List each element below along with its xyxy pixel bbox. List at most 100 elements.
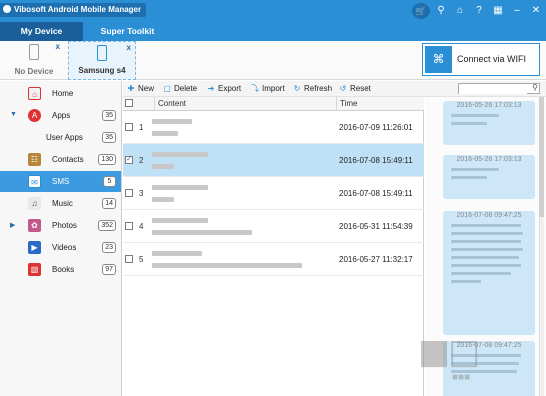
cart-icon[interactable]: 🛒 <box>412 3 430 19</box>
row-checkbox[interactable] <box>125 123 133 131</box>
message-bubble: 2016-07-08 09:47:25 <box>443 211 535 335</box>
books-icon: ▧ <box>28 263 41 276</box>
trash-icon: ▢ <box>163 84 171 93</box>
table-row[interactable]: 3 2016-07-08 15:49:11 <box>123 177 424 210</box>
count-badge: 14 <box>102 198 116 209</box>
sidebar-item-apps[interactable]: ▼ A Apps 35 <box>0 105 121 126</box>
sidebar-item-user-apps[interactable]: User Apps 35 <box>0 127 121 148</box>
search-icon[interactable]: ⚲ <box>532 83 538 92</box>
refresh-label: Refresh <box>304 84 333 93</box>
delete-button[interactable]: ▢ Delete <box>163 81 197 97</box>
app-title-text: Vibosoft Android Mobile Manager <box>14 5 142 14</box>
row-time: 2016-07-08 15:49:11 <box>339 156 413 165</box>
home-icon[interactable]: ⌂ <box>452 2 468 20</box>
device-samsung-s4[interactable]: x Samsung s4 <box>68 41 136 80</box>
import-label: Import <box>262 84 285 93</box>
new-label: New <box>138 84 155 93</box>
sidebar-item-label: Videos <box>52 243 77 252</box>
message-time: 2016-05-26 17:03:13 <box>456 156 522 163</box>
row-checkbox[interactable]: ✓ <box>125 156 133 164</box>
tab-super-toolkit[interactable]: Super Toolkit <box>85 22 170 41</box>
column-header-content[interactable]: Content <box>154 97 337 111</box>
message-bubble: 2016-05-26 17:03:13 <box>443 155 535 199</box>
music-icon: ♫ <box>28 197 41 210</box>
export-icon: ➜ <box>207 84 215 93</box>
sidebar-item-contacts[interactable]: ☷ Contacts 130 <box>0 149 121 170</box>
redacted-text <box>451 224 521 227</box>
row-number: 4 <box>139 222 144 231</box>
sidebar-item-sms[interactable]: ✉ SMS 5 <box>0 171 121 192</box>
row-number: 5 <box>139 255 144 264</box>
sidebar-item-label: SMS <box>52 177 70 186</box>
redacted-sender <box>152 185 208 190</box>
row-time: 2016-07-09 11:26:01 <box>339 123 413 132</box>
sms-icon: ✉ <box>28 175 41 188</box>
redacted-sender <box>152 251 202 256</box>
row-checkbox[interactable] <box>125 255 133 263</box>
new-button[interactable]: ✚ New <box>127 81 154 97</box>
refresh-button[interactable]: ↻ Refresh <box>293 81 332 97</box>
redacted-text <box>451 264 521 267</box>
sidebar-item-books[interactable]: ▧ Books 97 <box>0 259 121 280</box>
table-header: Content Time <box>123 97 424 111</box>
column-header-time[interactable]: Time <box>336 97 424 111</box>
sidebar-item-label: Photos <box>52 221 77 230</box>
redacted-content <box>152 164 174 169</box>
redacted-text <box>451 232 523 235</box>
reset-icon: ↺ <box>339 84 347 93</box>
connect-wifi-button[interactable]: ⌘ Connect via WIFI <box>422 43 540 76</box>
count-badge: 352 <box>98 220 116 231</box>
wifi-icon: ⌘ <box>425 46 452 73</box>
minimize-icon[interactable]: – <box>509 2 525 20</box>
sidebar-item-home[interactable]: ⌂ Home <box>0 83 121 104</box>
row-time: 2016-07-08 15:49:11 <box>339 189 413 198</box>
table-row[interactable]: 5 2016-05-27 11:32:17 <box>123 243 424 276</box>
import-button[interactable]: ⤵ Import <box>251 81 285 97</box>
export-button[interactable]: ➜ Export <box>207 81 241 97</box>
table-row[interactable]: ✓ 2 2016-07-08 15:49:11 <box>123 144 424 177</box>
table-row[interactable]: 1 2016-07-09 11:26:01 <box>123 111 424 144</box>
reset-label: Reset <box>350 84 371 93</box>
redacted-text <box>451 272 511 275</box>
device-close-button[interactable]: x <box>127 43 131 52</box>
search-input[interactable] <box>459 85 527 94</box>
scrollbar-thumb[interactable] <box>539 97 544 217</box>
expand-arrow-icon[interactable]: ▼ <box>10 111 17 118</box>
key-icon[interactable]: ⚲ <box>433 2 449 20</box>
redacted-text <box>451 240 521 243</box>
main-tabs: My Device Super Toolkit <box>0 22 546 41</box>
videos-icon: ▶ <box>28 241 41 254</box>
help-icon[interactable]: ? <box>471 2 487 20</box>
row-checkbox[interactable] <box>125 222 133 230</box>
app-logo-icon <box>3 5 11 13</box>
device-close-button[interactable]: x <box>56 42 60 51</box>
expand-arrow-icon[interactable]: ▶ <box>10 221 15 229</box>
title-bar: Vibosoft Android Mobile Manager 🛒 ⚲ ⌂ ? … <box>0 0 546 22</box>
row-checkbox[interactable] <box>125 189 133 197</box>
sidebar-item-label: Contacts <box>52 155 84 164</box>
select-all-checkbox[interactable] <box>125 99 133 107</box>
sidebar-item-label: Books <box>52 265 75 274</box>
phone-icon <box>97 45 107 61</box>
sidebar-item-photos[interactable]: ▶ ✿ Photos 352 <box>0 215 121 236</box>
row-number: 3 <box>139 189 144 198</box>
redacted-sender <box>152 218 208 223</box>
row-number: 2 <box>139 156 144 165</box>
sidebar: ⌂ Home ▼ A Apps 35 User Apps 35 ☷ Contac… <box>0 81 122 396</box>
count-badge: 97 <box>102 264 116 275</box>
device-no-device[interactable]: x No Device <box>4 41 64 80</box>
menu-icon[interactable]: ▦ <box>490 2 506 20</box>
close-icon[interactable]: ✕ <box>528 2 544 20</box>
count-badge: 5 <box>103 176 116 187</box>
tab-my-device[interactable]: My Device <box>0 22 83 41</box>
sms-table: Content Time 1 2016-07-09 11:26:01 ✓ 2 2… <box>123 97 424 396</box>
table-row[interactable]: 4 2016-05-31 11:54:39 <box>123 210 424 243</box>
sidebar-item-videos[interactable]: ▶ Videos 23 <box>0 237 121 258</box>
import-icon: ⤵ <box>251 84 259 93</box>
reset-button[interactable]: ↺ Reset <box>339 81 371 97</box>
sidebar-item-music[interactable]: ♫ Music 14 <box>0 193 121 214</box>
redacted-text <box>451 256 519 259</box>
phone-icon <box>29 44 39 60</box>
apps-icon: A <box>28 109 41 122</box>
count-badge: 23 <box>102 242 116 253</box>
